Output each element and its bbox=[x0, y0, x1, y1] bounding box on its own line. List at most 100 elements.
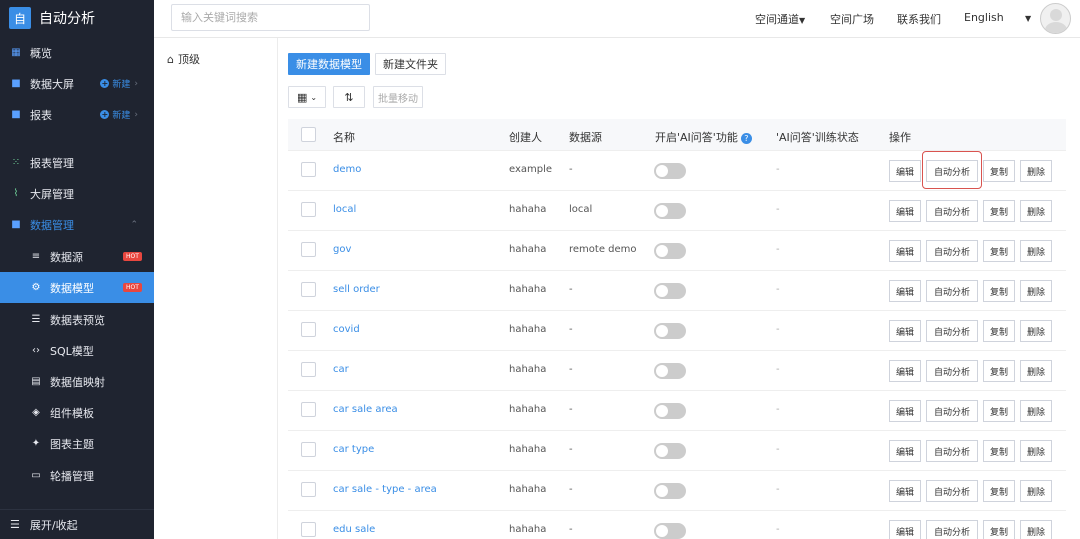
model-name-link[interactable]: edu sale bbox=[333, 524, 375, 535]
copy-button[interactable]: 复制 bbox=[983, 520, 1015, 539]
sidebar-item-report[interactable]: ■ 报表 + 新建 › bbox=[0, 99, 154, 130]
ai-qa-toggle[interactable] bbox=[654, 403, 686, 419]
sidebar-item-screen-manage[interactable]: ⌇ 大屏管理 bbox=[0, 178, 154, 209]
space-channel-dropdown[interactable]: 空间通道▼ bbox=[755, 11, 805, 27]
table-row[interactable]: car hahaha - - 编辑 自动分析 复制 删除 bbox=[288, 351, 1066, 391]
row-checkbox[interactable] bbox=[301, 322, 316, 337]
delete-button[interactable]: 删除 bbox=[1020, 480, 1052, 502]
row-checkbox[interactable] bbox=[301, 522, 316, 537]
ai-qa-toggle[interactable] bbox=[654, 363, 686, 379]
copy-button[interactable]: 复制 bbox=[983, 360, 1015, 382]
model-name-link[interactable]: demo bbox=[333, 164, 361, 175]
copy-button[interactable]: 复制 bbox=[983, 480, 1015, 502]
delete-button[interactable]: 删除 bbox=[1020, 240, 1052, 262]
sidebar-item-overview[interactable]: ▦ 概览 bbox=[0, 37, 154, 68]
row-checkbox[interactable] bbox=[301, 362, 316, 377]
sidebar-item-sql-model[interactable]: ‹› SQL模型 bbox=[0, 335, 154, 366]
edit-button[interactable]: 编辑 bbox=[889, 280, 921, 302]
row-checkbox[interactable] bbox=[301, 442, 316, 457]
ai-qa-toggle[interactable] bbox=[654, 283, 686, 299]
help-icon[interactable]: ? bbox=[740, 132, 752, 144]
auto-analysis-button[interactable]: 自动分析 bbox=[926, 360, 978, 382]
copy-button[interactable]: 复制 bbox=[983, 200, 1015, 222]
copy-button[interactable]: 复制 bbox=[983, 240, 1015, 262]
table-row[interactable]: car sale area hahaha - - 编辑 自动分析 复制 删除 bbox=[288, 391, 1066, 431]
sidebar-item-table-preview[interactable]: ☰ 数据表预览 bbox=[0, 304, 154, 335]
model-name-link[interactable]: sell order bbox=[333, 284, 380, 295]
row-checkbox[interactable] bbox=[301, 242, 316, 257]
auto-analysis-button[interactable]: 自动分析 bbox=[926, 320, 978, 342]
edit-button[interactable]: 编辑 bbox=[889, 520, 921, 539]
delete-button[interactable]: 删除 bbox=[1020, 360, 1052, 382]
sidebar-item-datasource[interactable]: ≡ 数据源 HOT bbox=[0, 241, 154, 272]
table-row[interactable]: sell order hahaha - - 编辑 自动分析 复制 删除 bbox=[288, 271, 1066, 311]
row-checkbox[interactable] bbox=[301, 402, 316, 417]
delete-button[interactable]: 删除 bbox=[1020, 200, 1052, 222]
ai-qa-toggle[interactable] bbox=[654, 483, 686, 499]
ai-qa-toggle[interactable] bbox=[654, 443, 686, 459]
table-row[interactable]: local hahaha local - 编辑 自动分析 复制 删除 bbox=[288, 191, 1066, 231]
sidebar-toggle[interactable]: ☰ 展开/收起 bbox=[0, 509, 154, 539]
select-all-checkbox[interactable] bbox=[301, 127, 316, 142]
ai-qa-toggle[interactable] bbox=[654, 203, 686, 219]
new-model-button[interactable]: 新建数据模型 bbox=[288, 53, 370, 75]
sort-button[interactable]: ⇅ bbox=[333, 86, 365, 108]
tree-root[interactable]: ⌂ 顶级 bbox=[167, 51, 200, 67]
row-checkbox[interactable] bbox=[301, 482, 316, 497]
auto-analysis-button[interactable]: 自动分析 bbox=[926, 520, 978, 539]
copy-button[interactable]: 复制 bbox=[983, 320, 1015, 342]
space-plaza-link[interactable]: 空间广场 bbox=[830, 11, 874, 27]
row-checkbox[interactable] bbox=[301, 162, 316, 177]
delete-button[interactable]: 删除 bbox=[1020, 160, 1052, 182]
model-name-link[interactable]: car type bbox=[333, 444, 374, 455]
brand[interactable]: 自 自动分析 bbox=[0, 0, 154, 36]
delete-button[interactable]: 删除 bbox=[1020, 520, 1052, 539]
auto-analysis-button[interactable]: 自动分析 bbox=[926, 440, 978, 462]
model-name-link[interactable]: local bbox=[333, 204, 356, 215]
delete-button[interactable]: 删除 bbox=[1020, 400, 1052, 422]
edit-button[interactable]: 编辑 bbox=[889, 240, 921, 262]
ai-qa-toggle[interactable] bbox=[654, 523, 686, 539]
delete-button[interactable]: 删除 bbox=[1020, 280, 1052, 302]
table-row[interactable]: edu sale hahaha - - 编辑 自动分析 复制 删除 bbox=[288, 511, 1066, 539]
new-folder-button[interactable]: 新建文件夹 bbox=[375, 53, 446, 75]
edit-button[interactable]: 编辑 bbox=[889, 440, 921, 462]
row-checkbox[interactable] bbox=[301, 282, 316, 297]
sidebar-item-value-mapping[interactable]: ▤ 数据值映射 bbox=[0, 366, 154, 397]
edit-button[interactable]: 编辑 bbox=[889, 320, 921, 342]
auto-analysis-button[interactable]: 自动分析 bbox=[926, 240, 978, 262]
copy-button[interactable]: 复制 bbox=[983, 280, 1015, 302]
edit-button[interactable]: 编辑 bbox=[889, 480, 921, 502]
view-toggle-button[interactable]: ▦ ⌄ bbox=[288, 86, 326, 108]
copy-button[interactable]: 复制 bbox=[983, 160, 1015, 182]
delete-button[interactable]: 删除 bbox=[1020, 440, 1052, 462]
sidebar-item-chart-theme[interactable]: ✦ 图表主题 bbox=[0, 428, 154, 459]
sidebar-item-report-manage[interactable]: ⁙ 报表管理 bbox=[0, 147, 154, 178]
model-name-link[interactable]: gov bbox=[333, 244, 351, 255]
contact-us-link[interactable]: 联系我们 bbox=[897, 11, 941, 27]
language-switch[interactable]: English bbox=[964, 11, 1004, 24]
edit-button[interactable]: 编辑 bbox=[889, 400, 921, 422]
sidebar-item-data-manage[interactable]: ■ 数据管理 ⌃ bbox=[0, 209, 154, 240]
auto-analysis-button[interactable]: 自动分析 bbox=[926, 480, 978, 502]
auto-analysis-button[interactable]: 自动分析 bbox=[926, 200, 978, 222]
edit-button[interactable]: 编辑 bbox=[889, 360, 921, 382]
batch-move-button[interactable]: 批量移动 bbox=[373, 86, 423, 108]
sidebar-item-datamodel[interactable]: ⚙ 数据模型 HOT bbox=[0, 272, 154, 303]
model-name-link[interactable]: car sale - type - area bbox=[333, 484, 437, 495]
table-row[interactable]: covid hahaha - - 编辑 自动分析 复制 删除 bbox=[288, 311, 1066, 351]
copy-button[interactable]: 复制 bbox=[983, 400, 1015, 422]
table-row[interactable]: car type hahaha - - 编辑 自动分析 复制 删除 bbox=[288, 431, 1066, 471]
caret-down-icon[interactable]: ▼ bbox=[1025, 14, 1031, 23]
sidebar-item-component-template[interactable]: ◈ 组件模板 bbox=[0, 397, 154, 428]
ai-qa-toggle[interactable] bbox=[654, 323, 686, 339]
ai-qa-toggle[interactable] bbox=[654, 243, 686, 259]
search-input[interactable] bbox=[171, 4, 370, 31]
new-report-link[interactable]: + 新建 › bbox=[100, 108, 138, 121]
table-row[interactable]: car sale - type - area hahaha - - 编辑 自动分析 复制 删除 bbox=[288, 471, 1066, 511]
sidebar-item-carousel[interactable]: ▭ 轮播管理 bbox=[0, 460, 154, 491]
model-name-link[interactable]: covid bbox=[333, 324, 360, 335]
model-name-link[interactable]: car bbox=[333, 364, 349, 375]
edit-button[interactable]: 编辑 bbox=[889, 160, 921, 182]
auto-analysis-button[interactable]: 自动分析 bbox=[926, 280, 978, 302]
